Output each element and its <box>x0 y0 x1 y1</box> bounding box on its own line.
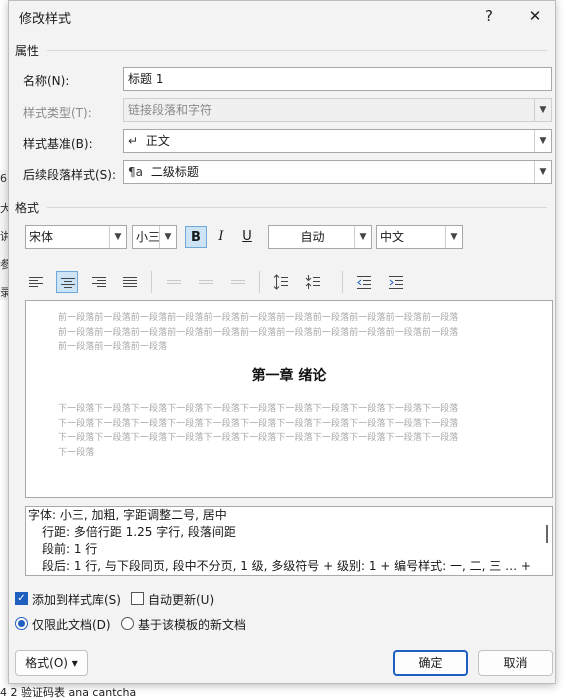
name-field[interactable]: 标题 1 <box>123 67 552 91</box>
description-line: 段后: 1 行, 与下段同页, 段中不分页, 1 级, 多级符号 + 级别: 1… <box>42 559 531 573</box>
chevron-down-icon[interactable]: ▼ <box>109 226 126 248</box>
font-color-value: 自动 <box>300 230 325 244</box>
add-to-gallery-checkbox[interactable]: ✓ <box>15 592 28 605</box>
description-line: 字体: 小三, 加粗, 字距调整二号, 居中 <box>28 508 227 522</box>
preview-heading: 第一章 绪论 <box>251 368 327 384</box>
preview-next-paragraph: 下一段落下一段落下一段落下一段落下一段落下一段落下一段落下一段落下一段落下一段落… <box>58 402 503 460</box>
chevron-down-icon[interactable]: ▼ <box>354 226 371 248</box>
auto-update-checkbox[interactable] <box>131 592 144 605</box>
properties-section-label: 属性 <box>15 44 40 58</box>
auto-update-label[interactable]: 自动更新(U) <box>148 591 214 608</box>
right-disabled-icon <box>227 271 249 293</box>
format-button-label: 格式(O) <box>25 656 68 670</box>
increase-indent-icon[interactable] <box>385 271 407 293</box>
this-document-only-label[interactable]: 仅限此文档(D) <box>32 616 111 633</box>
style-type-value: 链接段落和字符 <box>128 103 213 117</box>
background-bottom-text: 4 2 验证码表 ana cantcha <box>0 686 137 699</box>
bold-button[interactable]: B <box>185 226 207 248</box>
next-paragraph-value: 二级标题 <box>150 165 199 179</box>
decrease-indent-icon[interactable] <box>353 271 375 293</box>
preview-line: 下一段落 <box>58 447 95 458</box>
help-button[interactable]: ? <box>475 5 503 27</box>
description-line: 行距: 多倍行距 1.25 字行, 段落间距 <box>42 525 236 539</box>
language-value: 中文 <box>380 230 405 244</box>
underline-button[interactable]: U <box>236 226 258 248</box>
based-on-value: 正文 <box>145 134 170 148</box>
new-documents-label[interactable]: 基于该模板的新文档 <box>138 616 246 633</box>
preview-line: 前一段落前一段落前一段落 <box>58 342 168 352</box>
this-document-only-radio[interactable] <box>15 617 28 630</box>
font-value: 宋体 <box>29 230 54 244</box>
chevron-down-icon[interactable]: ▼ <box>445 226 462 248</box>
chevron-down-icon: ▾ <box>71 656 78 670</box>
cancel-button[interactable]: 取消 <box>478 650 553 676</box>
line-spacing-decrease-icon[interactable] <box>302 271 324 293</box>
preview-line: 前一段落前一段落前一段落前一段落前一段落前一段落前一段落前一段落前一段落前一段落… <box>58 313 459 323</box>
toolbar-separator <box>342 271 343 293</box>
paragraph-style-icon: ↵ <box>128 134 139 148</box>
font-color-select[interactable]: 自动 ▼ <box>268 225 372 249</box>
name-value: 标题 1 <box>128 72 164 86</box>
next-paragraph-select[interactable]: ¶a 二级标题 ▼ <box>123 160 552 184</box>
align-center-icon[interactable] <box>56 271 78 293</box>
name-label: 名称(N): <box>23 74 70 88</box>
font-size-select[interactable]: 小三 ▼ <box>132 225 177 249</box>
preview-line: 下一段落下一段落下一段落下一段落下一段落下一段落下一段落下一段落下一段落下一段落… <box>58 433 459 443</box>
chevron-down-icon[interactable]: ▼ <box>534 161 551 183</box>
based-on-label: 样式基准(B): <box>23 137 93 151</box>
style-type-select: 链接段落和字符 ▼ <box>123 98 552 122</box>
toolbar-separator <box>151 271 152 293</box>
style-type-label: 样式类型(T): <box>23 106 92 120</box>
align-right-icon[interactable] <box>88 271 110 293</box>
modify-style-dialog: 修改样式 ? ✕ 属性 名称(N): 标题 1 样式类型(T): 链接段落和字符… <box>8 0 556 684</box>
align-left-icon[interactable] <box>25 271 47 293</box>
scrollbar-thumb[interactable] <box>546 525 548 543</box>
center-disabled-icon <box>195 271 217 293</box>
toolbar-separator <box>259 271 260 293</box>
next-paragraph-label: 后续段落样式(S): <box>23 168 117 182</box>
preview-line: 下一段落下一段落下一段落下一段落下一段落下一段落下一段落下一段落下一段落下一段落… <box>58 404 459 414</box>
justify-icon[interactable] <box>119 271 141 293</box>
close-button[interactable]: ✕ <box>521 5 549 27</box>
divider <box>47 50 547 51</box>
format-menu-button[interactable]: 格式(O) ▾ <box>15 650 88 676</box>
based-on-select[interactable]: ↵ 正文 ▼ <box>123 129 552 153</box>
new-documents-radio[interactable] <box>121 617 134 630</box>
language-select[interactable]: 中文 ▼ <box>376 225 463 249</box>
ok-button[interactable]: 确定 <box>393 650 468 676</box>
title-bar: 修改样式 ? ✕ <box>9 1 555 31</box>
preview-line: 下一段落下一段落下一段落下一段落下一段落下一段落下一段落下一段落下一段落下一段落… <box>58 418 459 429</box>
background-char: 6 <box>0 172 7 185</box>
style-description[interactable]: 字体: 小三, 加粗, 字距调整二号, 居中 行距: 多倍行距 1.25 字行,… <box>25 506 553 576</box>
chevron-down-icon[interactable]: ▼ <box>534 130 551 152</box>
italic-button[interactable]: I <box>210 226 232 248</box>
divider <box>47 207 547 208</box>
chevron-down-icon[interactable]: ▼ <box>159 226 176 248</box>
add-to-gallery-label[interactable]: 添加到样式库(S) <box>32 591 121 608</box>
line-spacing-increase-icon[interactable] <box>270 271 292 293</box>
description-line: 段前: 1 行 <box>42 542 98 556</box>
preview-previous-paragraph: 前一段落前一段落前一段落前一段落前一段落前一段落前一段落前一段落前一段落前一段落… <box>58 311 503 355</box>
font-size-value: 小三 <box>136 230 161 244</box>
format-section-label: 格式 <box>15 201 40 215</box>
chevron-down-icon: ▼ <box>534 99 551 121</box>
dialog-title: 修改样式 <box>19 12 72 27</box>
font-select[interactable]: 宋体 ▼ <box>25 225 127 249</box>
style-preview: 前一段落前一段落前一段落前一段落前一段落前一段落前一段落前一段落前一段落前一段落… <box>25 300 553 498</box>
distributed-disabled-icon <box>163 271 185 293</box>
preview-line: 前一段落前一段落前一段落前一段落前一段落前一段落前一段落前一段落前一段落前一段落… <box>58 327 459 338</box>
linked-style-icon: ¶a <box>128 165 143 179</box>
